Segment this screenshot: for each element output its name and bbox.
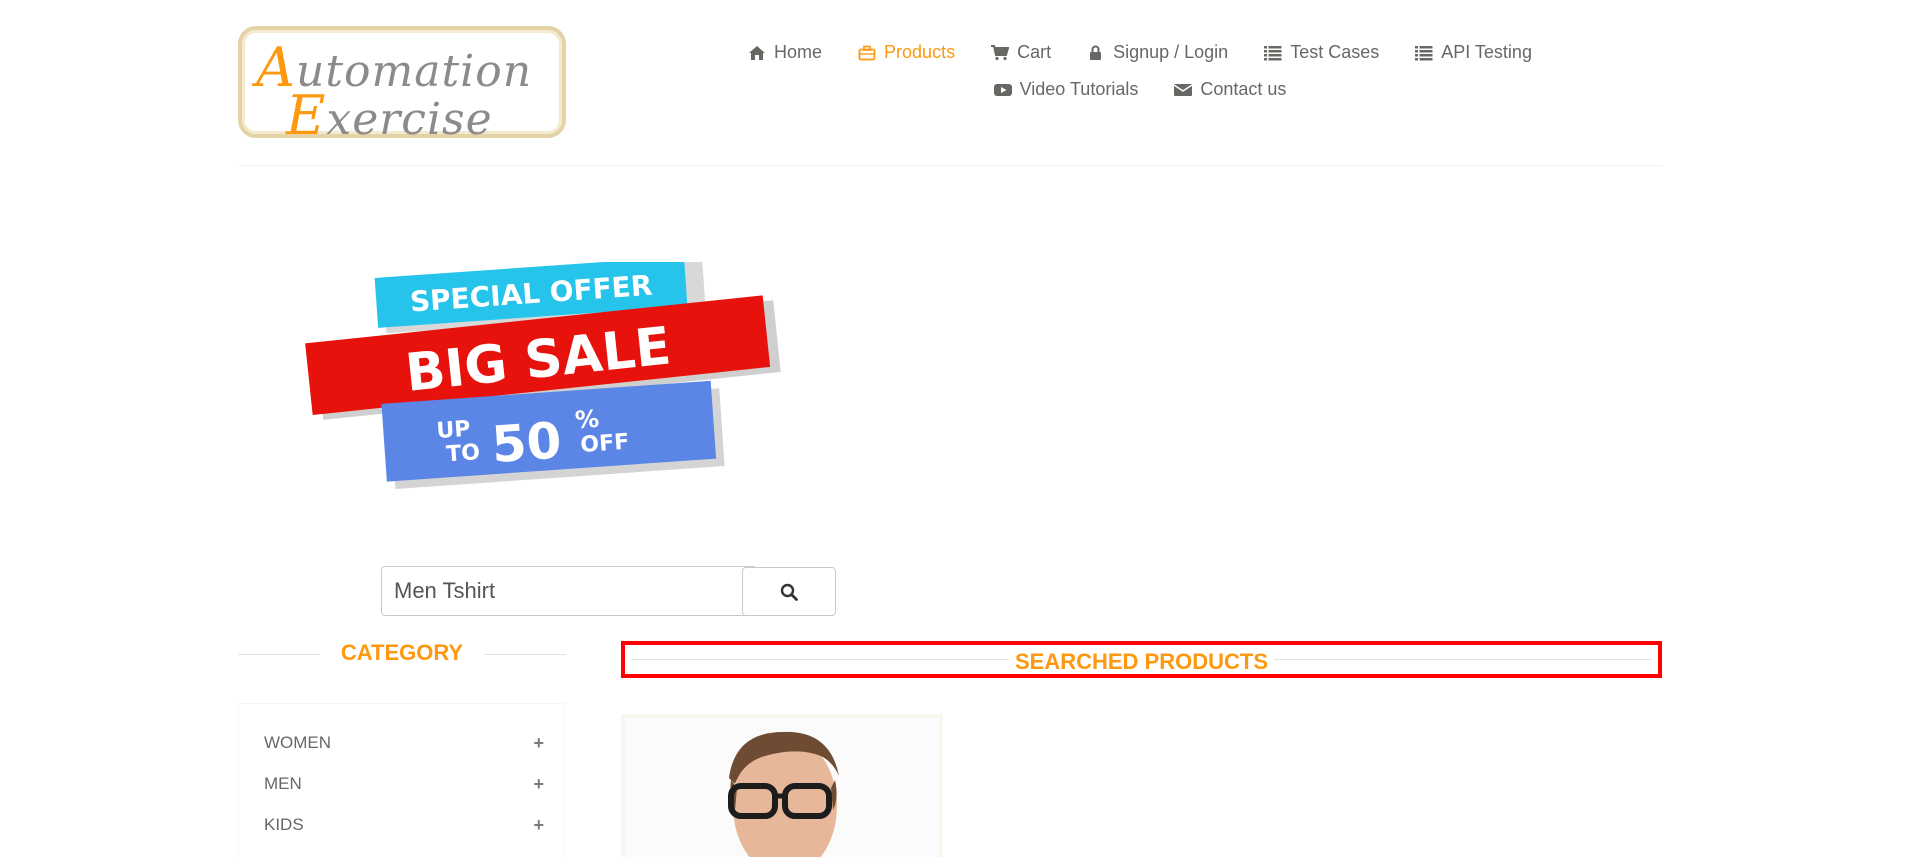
nav-video-tutorials[interactable]: Video Tutorials — [993, 79, 1139, 100]
category-item-women[interactable]: WOMEN + — [264, 731, 544, 755]
category-item-label: KIDS — [264, 815, 304, 834]
youtube-play-icon — [993, 83, 1012, 96]
nav-cart[interactable]: Cart — [991, 42, 1051, 63]
nav-products-label: Products — [884, 42, 956, 62]
category-heading-line-right — [484, 654, 566, 655]
nav-products[interactable]: Products — [858, 42, 955, 63]
envelope-icon — [1174, 83, 1193, 96]
searched-products-heading: SEARCHED PRODUCTS — [621, 641, 1662, 678]
home-icon — [749, 45, 766, 60]
nav-signup-login[interactable]: Signup / Login — [1087, 42, 1228, 63]
plus-icon[interactable]: + — [533, 815, 544, 836]
nav-cart-label: Cart — [1017, 42, 1052, 62]
category-panel: WOMEN + MEN + KIDS + — [238, 703, 565, 857]
product-card[interactable] — [621, 714, 943, 857]
plus-icon[interactable]: + — [533, 733, 544, 754]
nav-signup-login-label: Signup / Login — [1113, 42, 1229, 62]
plus-icon[interactable]: + — [533, 774, 544, 795]
nav-home[interactable]: Home — [748, 42, 822, 63]
site-logo[interactable]: Automation Exercise — [238, 26, 566, 147]
site-header: Automation Exercise Home Products Cart S… — [0, 0, 1900, 166]
banner-to: TO — [445, 440, 480, 467]
main-nav: Home Products Cart Signup / Login Test C… — [720, 34, 1560, 108]
cart-icon — [991, 44, 1010, 60]
banner-percent: % — [574, 405, 600, 435]
nav-test-cases[interactable]: Test Cases — [1264, 42, 1379, 63]
searched-products-title: SEARCHED PRODUCTS — [1008, 649, 1275, 674]
header-divider — [238, 165, 1662, 166]
sale-banner: SPECIAL OFFER BIG SALE UP TO 50 % OFF — [305, 262, 781, 490]
category-item-kids[interactable]: KIDS + — [264, 813, 544, 837]
list-icon — [1415, 45, 1433, 60]
nav-contact-us[interactable]: Contact us — [1174, 79, 1286, 100]
product-image — [625, 718, 939, 857]
banner-50: 50 — [490, 411, 563, 474]
category-item-label: WOMEN — [264, 733, 332, 752]
nav-home-label: Home — [774, 42, 823, 62]
banner-up: UP — [436, 417, 472, 444]
logo-line-2: Exercise — [286, 84, 493, 147]
search-input[interactable] — [381, 566, 754, 616]
banner-off: OFF — [580, 430, 630, 458]
nav-api-testing-label: API Testing — [1441, 42, 1532, 62]
search-icon — [780, 583, 798, 601]
briefcase-icon — [858, 45, 876, 60]
category-title: CATEGORY — [340, 640, 464, 665]
category-item-men[interactable]: MEN + — [264, 772, 544, 796]
list-icon — [1264, 45, 1282, 60]
nav-video-tutorials-label: Video Tutorials — [1019, 79, 1139, 99]
category-heading: CATEGORY — [238, 637, 566, 671]
category-item-label: MEN — [264, 774, 302, 793]
nav-test-cases-label: Test Cases — [1290, 42, 1380, 62]
nav-api-testing[interactable]: API Testing — [1415, 42, 1532, 63]
search-button[interactable] — [742, 567, 836, 616]
nav-contact-us-label: Contact us — [1200, 79, 1287, 99]
lock-icon — [1090, 45, 1102, 60]
